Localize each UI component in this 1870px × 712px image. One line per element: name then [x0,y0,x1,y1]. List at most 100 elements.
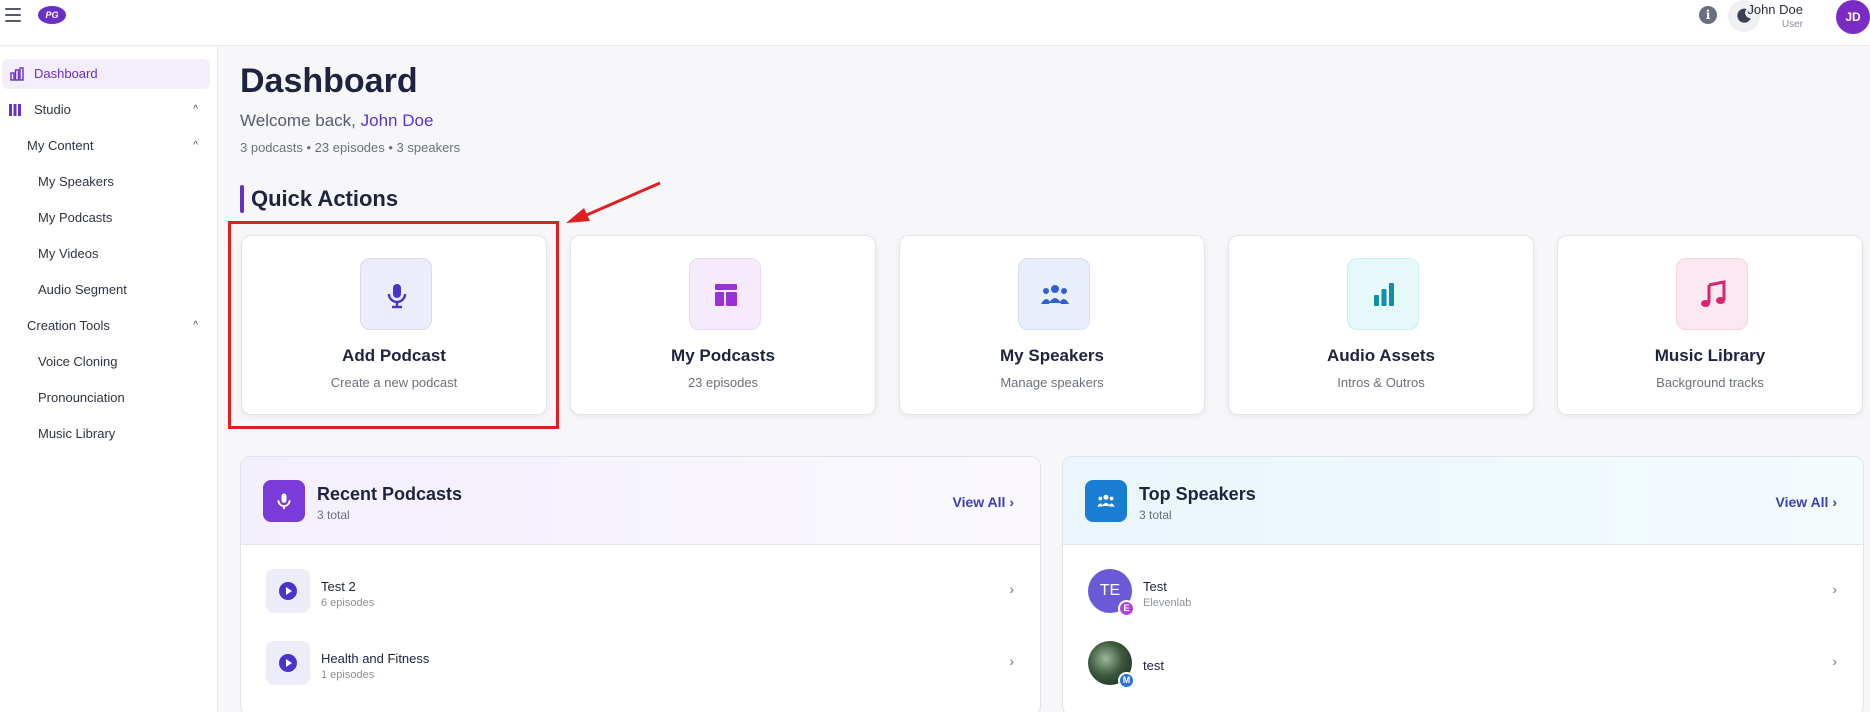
sidebar-item-label: Studio [34,102,71,117]
microphone-icon [277,493,291,510]
sidebar-item-label: My Podcasts [38,210,113,225]
section-accent-bar [240,185,244,213]
list-item[interactable]: TE E Test Elevenlab › [1063,559,1863,623]
chevron-up-icon: ^ [193,140,198,151]
play-icon [279,654,297,672]
chevron-up-icon: ^ [193,320,198,331]
chevron-right-icon: › [1832,581,1837,597]
sidebar-item-my-podcasts[interactable]: My Podcasts [0,203,210,233]
columns-icon [9,104,21,116]
list-item[interactable]: Health and Fitness 1 episodes › [241,631,1040,695]
top-bar: PG i John Doe User JD [0,0,1870,46]
sidebar-item-label: Music Library [38,426,116,441]
welcome-user-name: John Doe [360,111,434,130]
sidebar-item-label: My Videos [38,246,99,261]
provider-badge: M [1118,672,1135,689]
sidebar-item-label: Voice Cloning [38,354,118,369]
podcast-thumbnail [266,569,310,613]
quick-action-my-podcasts[interactable]: My Podcasts 23 episodes [570,235,876,415]
quick-action-title: My Podcasts [671,346,775,365]
speaker-name: test [1143,658,1164,673]
quick-action-subtitle: Background tracks [1656,375,1764,390]
provider-badge: E [1118,600,1135,617]
menu-icon[interactable] [5,8,21,22]
sidebar-item-my-videos[interactable]: My Videos [0,239,210,269]
music-note-icon [1701,280,1726,307]
panel-title: Recent Podcasts [317,484,463,504]
sidebar-item-audio-segment[interactable]: Audio Segment [0,275,210,305]
list-item[interactable]: M test › [1063,631,1863,695]
panel-icon-box [263,480,305,522]
quick-action-subtitle: Intros & Outros [1337,375,1425,390]
quick-action-title: My Speakers [1000,346,1104,365]
sidebar-item-my-content[interactable]: My Content ^ [0,131,210,161]
panel-subtitle: 3 total [317,508,350,522]
sidebar-item-dashboard[interactable]: Dashboard [2,59,210,89]
panel-subtitle: 3 total [1139,508,1172,522]
bar-chart-icon [1374,283,1394,306]
play-icon [279,582,297,600]
quick-action-icon-box [1347,258,1419,330]
chevron-up-icon: ^ [193,104,198,115]
chevron-right-icon: › [1009,653,1014,669]
user-avatar[interactable]: JD [1836,0,1870,34]
chevron-right-icon: › [1832,653,1837,669]
group-icon [1097,494,1115,507]
panel-title: Top Speakers [1139,484,1256,504]
welcome-message: Welcome back, John Doe [240,111,433,131]
view-all-label: View All [952,494,1006,510]
speaker-provider: Elevenlab [1143,597,1192,609]
sidebar-item-label: My Content [27,138,94,153]
user-name[interactable]: John Doe [1747,2,1803,17]
chevron-right-icon: › [1009,494,1014,510]
sidebar-item-pronounciation[interactable]: Pronounciation [0,383,210,413]
sidebar-item-studio[interactable]: Studio ^ [0,95,210,125]
chevron-right-icon: › [1832,494,1837,510]
speaker-name: Test [1143,579,1167,594]
podcast-episode-count: 1 episodes [321,669,375,681]
panel-icon-box [1085,480,1127,522]
annotation-highlight-box [228,221,559,429]
chevron-right-icon: › [1009,581,1014,597]
app-logo[interactable]: PG [38,6,66,24]
sidebar-item-my-speakers[interactable]: My Speakers [0,167,210,197]
view-all-speakers-link[interactable]: View All › [1776,494,1837,510]
podcast-title: Health and Fitness [321,651,430,666]
list-item[interactable]: Test 2 6 episodes › [241,559,1040,623]
podcast-title: Test 2 [321,579,356,594]
top-speakers-panel: Top Speakers 3 total View All › TE E Tes… [1062,456,1864,712]
sidebar-item-music-library[interactable]: Music Library [0,419,210,449]
sidebar-item-creation-tools[interactable]: Creation Tools ^ [0,311,210,341]
info-icon[interactable]: i [1699,6,1717,24]
quick-actions-title: Quick Actions [251,186,399,211]
group-icon [1041,285,1069,304]
quick-action-title: Music Library [1654,346,1766,365]
quick-action-icon-box [689,258,761,330]
quick-action-icon-box [1018,258,1090,330]
quick-action-my-speakers[interactable]: My Speakers Manage speakers [899,235,1205,415]
welcome-prefix: Welcome back, [240,111,356,130]
quick-action-icon-box [1676,258,1748,330]
sidebar-item-label: Pronounciation [38,390,125,405]
bar-chart-icon [10,67,24,81]
sidebar-item-voice-cloning[interactable]: Voice Cloning [0,347,210,377]
panel-header: Recent Podcasts 3 total View All › [241,457,1040,545]
sidebar: Dashboard Studio ^ My Content ^ My Speak… [0,47,218,712]
sidebar-item-label: My Speakers [38,174,114,189]
summary-stats: 3 podcasts • 23 episodes • 3 speakers [240,140,461,155]
page-title: Dashboard [240,62,418,100]
quick-action-music-library[interactable]: Music Library Background tracks [1557,235,1863,415]
view-all-label: View All [1775,494,1829,510]
podcast-episode-count: 6 episodes [321,597,375,609]
quick-action-audio-assets[interactable]: Audio Assets Intros & Outros [1228,235,1534,415]
sidebar-item-label: Audio Segment [38,282,127,297]
podcast-thumbnail [266,641,310,685]
sidebar-item-label: Creation Tools [27,318,110,333]
panel-header: Top Speakers 3 total View All › [1063,457,1863,545]
sidebar-item-label: Dashboard [34,66,98,81]
view-all-podcasts-link[interactable]: View All › [953,494,1014,510]
quick-action-subtitle: 23 episodes [687,375,759,390]
recent-podcasts-panel: Recent Podcasts 3 total View All › Test … [240,456,1041,712]
quick-action-subtitle: Manage speakers [1000,375,1104,390]
layout-icon [715,284,737,306]
